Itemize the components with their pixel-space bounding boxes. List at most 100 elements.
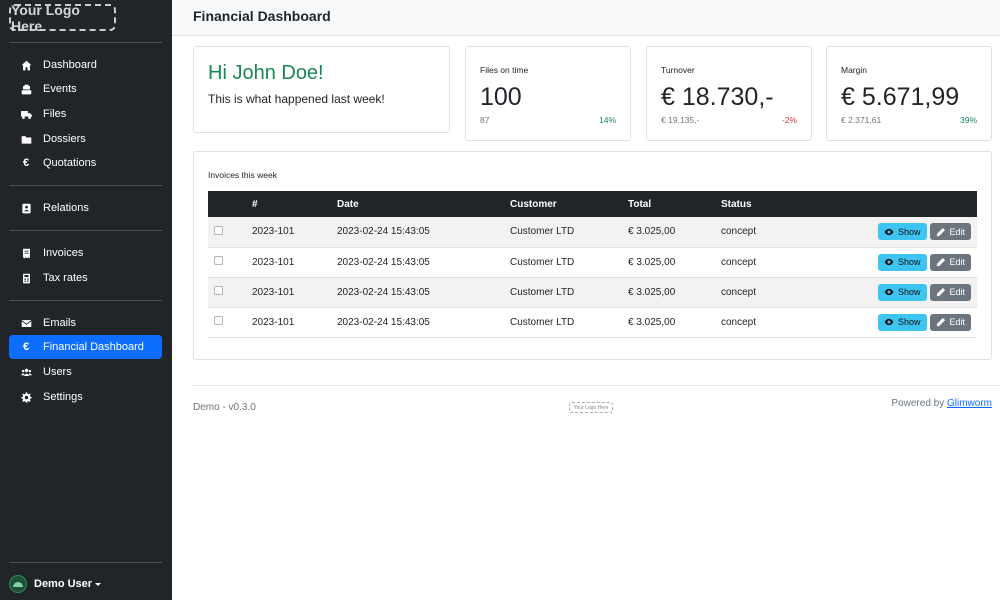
sidebar-item-dossiers[interactable]: Dossiers — [9, 127, 162, 151]
user-name: Demo User — [34, 578, 93, 590]
kpi-previous: € 19.135,- — [661, 115, 700, 125]
user-menu[interactable]: Demo User — [9, 574, 102, 594]
pencil-icon — [936, 317, 945, 327]
sidebar: Your Logo Here Dashboard Events Files Do… — [0, 0, 172, 600]
kpi-value: 100 — [480, 83, 522, 111]
address-book-icon — [19, 203, 33, 214]
eye-icon — [884, 318, 894, 326]
sidebar-item-label: Dossiers — [43, 133, 86, 145]
footer-logo: Your Logo Here — [569, 402, 613, 413]
footer-powered-by: Powered by Glimworm — [891, 398, 992, 409]
column-header: # — [252, 198, 258, 210]
show-button[interactable]: Show — [878, 283, 927, 301]
kpi-label: Margin — [841, 65, 867, 75]
sidebar-divider — [9, 185, 162, 186]
sidebar-item-dashboard[interactable]: Dashboard — [9, 53, 162, 77]
column-header: Date — [337, 198, 359, 210]
invoice-customer: Customer LTD — [510, 316, 575, 328]
sidebar-item-label: Invoices — [43, 247, 84, 259]
truck-icon — [19, 109, 33, 120]
cash-register-icon — [19, 84, 33, 95]
kpi-value: € 18.730,- — [661, 83, 774, 111]
edit-button[interactable]: Edit — [929, 313, 972, 331]
sidebar-item-relations[interactable]: Relations — [9, 196, 162, 220]
column-header: Total — [628, 198, 652, 210]
invoice-customer: Customer LTD — [510, 256, 575, 268]
row-checkbox[interactable] — [214, 316, 223, 325]
welcome-card: Hi John Doe! This is what happened last … — [193, 46, 450, 133]
logo[interactable]: Your Logo Here — [9, 2, 116, 34]
receipt-icon — [19, 248, 33, 259]
welcome-greeting: Hi John Doe! — [208, 62, 324, 84]
pencil-icon — [936, 227, 945, 236]
invoice-status: concept — [721, 316, 757, 328]
invoice-date: 2023-02-24 15:43:05 — [337, 316, 430, 328]
kpi-label: Turnover — [661, 65, 695, 75]
kpi-value: € 5.671,99 — [841, 83, 960, 111]
euro-icon: € — [22, 341, 30, 353]
show-button[interactable]: Show — [878, 253, 927, 271]
pencil-icon — [936, 287, 945, 297]
pencil-icon — [936, 257, 945, 267]
footer-divider — [193, 385, 1000, 386]
sidebar-item-events[interactable]: Events — [9, 77, 162, 101]
sidebar-item-invoices[interactable]: Invoices — [9, 241, 162, 265]
invoice-status: concept — [721, 256, 757, 268]
sidebar-item-users[interactable]: Users — [9, 360, 162, 384]
kpi-change: 14% — [598, 115, 616, 125]
invoice-status: concept — [721, 286, 757, 298]
kpi-previous: € 2.371,61 — [841, 115, 882, 125]
invoices-title: Invoices this week — [208, 170, 277, 180]
calculator-icon — [19, 273, 33, 284]
home-icon — [19, 60, 33, 71]
sidebar-divider — [9, 300, 162, 301]
table-row: 2023-101 2023-02-24 15:43:05 Customer LT… — [208, 307, 977, 337]
invoice-date: 2023-02-24 15:43:05 — [337, 256, 430, 268]
edit-button[interactable]: Edit — [929, 253, 972, 271]
invoices-card: Invoices this week # Date Customer Total… — [193, 151, 992, 360]
invoice-number: 2023-101 — [252, 226, 295, 238]
invoices-table: # Date Customer Total Status 2023-101 20… — [208, 191, 977, 338]
table-row: 2023-101 2023-02-24 15:43:05 Customer LT… — [208, 217, 977, 247]
eye-icon — [884, 228, 894, 235]
top-bar: Financial Dashboard — [172, 0, 1000, 36]
edit-button[interactable]: Edit — [929, 283, 972, 301]
sidebar-item-emails[interactable]: Emails — [9, 311, 162, 335]
row-checkbox[interactable] — [214, 286, 223, 295]
table-row: 2023-101 2023-02-24 15:43:05 Customer LT… — [208, 277, 977, 307]
folder-icon — [19, 134, 33, 145]
sidebar-item-tax-rates[interactable]: Tax rates — [9, 266, 162, 290]
sidebar-divider — [9, 562, 162, 563]
row-checkbox[interactable] — [214, 256, 223, 265]
table-row: 2023-101 2023-02-24 15:43:05 Customer LT… — [208, 247, 977, 277]
euro-icon: € — [22, 157, 30, 169]
invoice-status: concept — [721, 226, 757, 238]
invoice-customer: Customer LTD — [510, 226, 575, 238]
show-button[interactable]: Show — [878, 313, 927, 331]
envelope-icon — [19, 318, 33, 329]
kpi-card-margin: Margin € 5.671,99 € 2.371,61 39% — [826, 46, 992, 141]
sidebar-item-label: Events — [43, 83, 77, 95]
sidebar-divider — [9, 230, 162, 231]
sidebar-item-label: Financial Dashboard — [43, 341, 144, 353]
table-header: # Date Customer Total Status — [208, 191, 977, 217]
sidebar-item-label: Users — [43, 366, 72, 378]
show-button[interactable]: Show — [878, 223, 927, 241]
sidebar-item-label: Files — [43, 108, 67, 120]
glimworm-link[interactable]: Glimworm — [947, 398, 992, 409]
sidebar-item-files[interactable]: Files — [9, 102, 162, 126]
invoice-total: € 3.025,00 — [628, 316, 676, 328]
invoice-customer: Customer LTD — [510, 286, 575, 298]
sidebar-item-financial-dashboard[interactable]: € Financial Dashboard — [9, 335, 162, 359]
kpi-card-files-on-time: Files on time 100 87 14% — [465, 46, 631, 141]
sidebar-item-quotations[interactable]: € Quotations — [9, 151, 162, 175]
edit-button[interactable]: Edit — [929, 223, 972, 241]
invoice-date: 2023-02-24 15:43:05 — [337, 226, 430, 238]
sidebar-item-label: Tax rates — [43, 272, 88, 284]
kpi-previous: 87 — [480, 115, 490, 125]
sidebar-item-settings[interactable]: Settings — [9, 385, 162, 409]
users-icon — [19, 367, 33, 378]
sidebar-item-label: Settings — [43, 391, 83, 403]
invoice-number: 2023-101 — [252, 316, 295, 328]
row-checkbox[interactable] — [214, 225, 223, 235]
